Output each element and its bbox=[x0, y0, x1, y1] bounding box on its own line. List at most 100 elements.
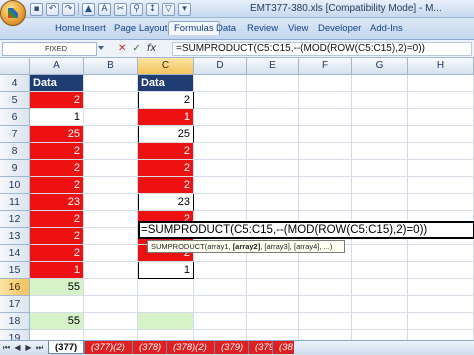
cell-d17[interactable] bbox=[194, 296, 247, 313]
cell-f17[interactable] bbox=[299, 296, 352, 313]
cell-e8[interactable] bbox=[247, 143, 299, 160]
cell-h7[interactable] bbox=[408, 126, 474, 143]
cell-h17[interactable] bbox=[408, 296, 474, 313]
cell-f11[interactable] bbox=[299, 194, 352, 211]
cell-h10[interactable] bbox=[408, 177, 474, 194]
cell-a7[interactable]: 25 bbox=[30, 126, 84, 143]
zoom-icon[interactable]: ⚲ bbox=[130, 2, 143, 16]
cell-h15[interactable] bbox=[408, 262, 474, 279]
cell-edit-box[interactable]: =SUMPRODUCT(C5:C15,--(MOD(ROW(C5:C15),2)… bbox=[138, 221, 474, 239]
cell-g7[interactable] bbox=[352, 126, 408, 143]
row-header-15[interactable]: 15 bbox=[0, 262, 30, 279]
text-a-icon[interactable]: A bbox=[98, 2, 111, 16]
cell-e11[interactable] bbox=[247, 194, 299, 211]
column-header-c[interactable]: C bbox=[138, 58, 194, 75]
cell-f16[interactable] bbox=[299, 279, 352, 296]
cell-b16[interactable] bbox=[84, 279, 138, 296]
worksheet-grid[interactable]: A B C D E F G H 4 Data Data 5 2 2 6 1 1 7 25 25 8 2 2 9 2 2 10 2 2 11… bbox=[0, 58, 474, 347]
cell-c17[interactable] bbox=[138, 296, 194, 313]
cell-e6[interactable] bbox=[247, 109, 299, 126]
cell-c15[interactable]: 1 bbox=[138, 262, 194, 279]
column-header-d[interactable]: D bbox=[194, 58, 247, 75]
cell-h14[interactable] bbox=[408, 245, 474, 262]
cell-h4[interactable] bbox=[408, 75, 474, 92]
cell-h18[interactable] bbox=[408, 313, 474, 330]
cell-e9[interactable] bbox=[247, 160, 299, 177]
column-header-e[interactable]: E bbox=[247, 58, 299, 75]
cell-h5[interactable] bbox=[408, 92, 474, 109]
cell-a15[interactable]: 1 bbox=[30, 262, 84, 279]
last-sheet-icon[interactable]: ⏭ bbox=[35, 343, 44, 353]
cell-g9[interactable] bbox=[352, 160, 408, 177]
sheet-tab[interactable]: (378)(2) bbox=[166, 341, 214, 354]
cell-g5[interactable] bbox=[352, 92, 408, 109]
tab-home[interactable]: Home bbox=[55, 23, 80, 34]
row-header-5[interactable]: 5 bbox=[0, 92, 30, 109]
tab-data[interactable]: Data bbox=[216, 23, 236, 34]
cell-g10[interactable] bbox=[352, 177, 408, 194]
cell-e7[interactable] bbox=[247, 126, 299, 143]
cell-d18[interactable] bbox=[194, 313, 247, 330]
cell-b7[interactable] bbox=[84, 126, 138, 143]
cell-d8[interactable] bbox=[194, 143, 247, 160]
cut-icon[interactable]: ✂ bbox=[114, 2, 127, 16]
cell-a12[interactable]: 2 bbox=[30, 211, 84, 228]
redo-icon[interactable]: ↷ bbox=[62, 2, 75, 16]
row-header-13[interactable]: 13 bbox=[0, 228, 30, 245]
tab-page-layout[interactable]: Page Layout bbox=[114, 23, 167, 34]
cell-g17[interactable] bbox=[352, 296, 408, 313]
cell-f6[interactable] bbox=[299, 109, 352, 126]
cell-e10[interactable] bbox=[247, 177, 299, 194]
cell-f5[interactable] bbox=[299, 92, 352, 109]
sheet-tab[interactable]: (379)(2) bbox=[248, 341, 272, 354]
cell-b18[interactable] bbox=[84, 313, 138, 330]
row-header-16[interactable]: 16 bbox=[0, 279, 30, 296]
cell-g16[interactable] bbox=[352, 279, 408, 296]
tab-add-ins[interactable]: Add-Ins bbox=[370, 23, 403, 34]
cell-g15[interactable] bbox=[352, 262, 408, 279]
cell-a14[interactable]: 2 bbox=[30, 245, 84, 262]
row-header-18[interactable]: 18 bbox=[0, 313, 30, 330]
enter-icon[interactable]: ✓ bbox=[132, 42, 140, 56]
cell-c7[interactable]: 25 bbox=[138, 126, 194, 143]
row-header-4[interactable]: 4 bbox=[0, 75, 30, 92]
cell-c5[interactable]: 2 bbox=[138, 92, 194, 109]
office-button[interactable] bbox=[0, 0, 26, 26]
cell-e5[interactable] bbox=[247, 92, 299, 109]
name-box-dropdown-icon[interactable] bbox=[98, 46, 104, 50]
cell-b15[interactable] bbox=[84, 262, 138, 279]
row-header-9[interactable]: 9 bbox=[0, 160, 30, 177]
cell-a6[interactable]: 1 bbox=[30, 109, 84, 126]
cell-b6[interactable] bbox=[84, 109, 138, 126]
cell-c16[interactable] bbox=[138, 279, 194, 296]
cell-e17[interactable] bbox=[247, 296, 299, 313]
cell-f18[interactable] bbox=[299, 313, 352, 330]
cell-c8[interactable]: 2 bbox=[138, 143, 194, 160]
column-header-b[interactable]: B bbox=[84, 58, 138, 75]
row-header-10[interactable]: 10 bbox=[0, 177, 30, 194]
sheet-tab[interactable]: (38 bbox=[272, 341, 294, 354]
cell-a17[interactable] bbox=[30, 296, 84, 313]
cell-f10[interactable] bbox=[299, 177, 352, 194]
cell-a16[interactable]: 55 bbox=[30, 279, 84, 296]
cell-f7[interactable] bbox=[299, 126, 352, 143]
cell-f15[interactable] bbox=[299, 262, 352, 279]
cell-a18[interactable]: 55 bbox=[30, 313, 84, 330]
cell-b9[interactable] bbox=[84, 160, 138, 177]
cell-d7[interactable] bbox=[194, 126, 247, 143]
cell-f8[interactable] bbox=[299, 143, 352, 160]
cell-g4[interactable] bbox=[352, 75, 408, 92]
column-header-h[interactable]: H bbox=[408, 58, 474, 75]
cell-d6[interactable] bbox=[194, 109, 247, 126]
cell-a9[interactable]: 2 bbox=[30, 160, 84, 177]
cell-h11[interactable] bbox=[408, 194, 474, 211]
cell-h6[interactable] bbox=[408, 109, 474, 126]
cell-a8[interactable]: 2 bbox=[30, 143, 84, 160]
cell-a11[interactable]: 23 bbox=[30, 194, 84, 211]
column-header-f[interactable]: F bbox=[299, 58, 352, 75]
cell-g6[interactable] bbox=[352, 109, 408, 126]
function-tooltip[interactable]: SUMPRODUCT(array1, [array2], [array3], [… bbox=[147, 240, 345, 253]
cell-b8[interactable] bbox=[84, 143, 138, 160]
cell-h8[interactable] bbox=[408, 143, 474, 160]
cell-g11[interactable] bbox=[352, 194, 408, 211]
